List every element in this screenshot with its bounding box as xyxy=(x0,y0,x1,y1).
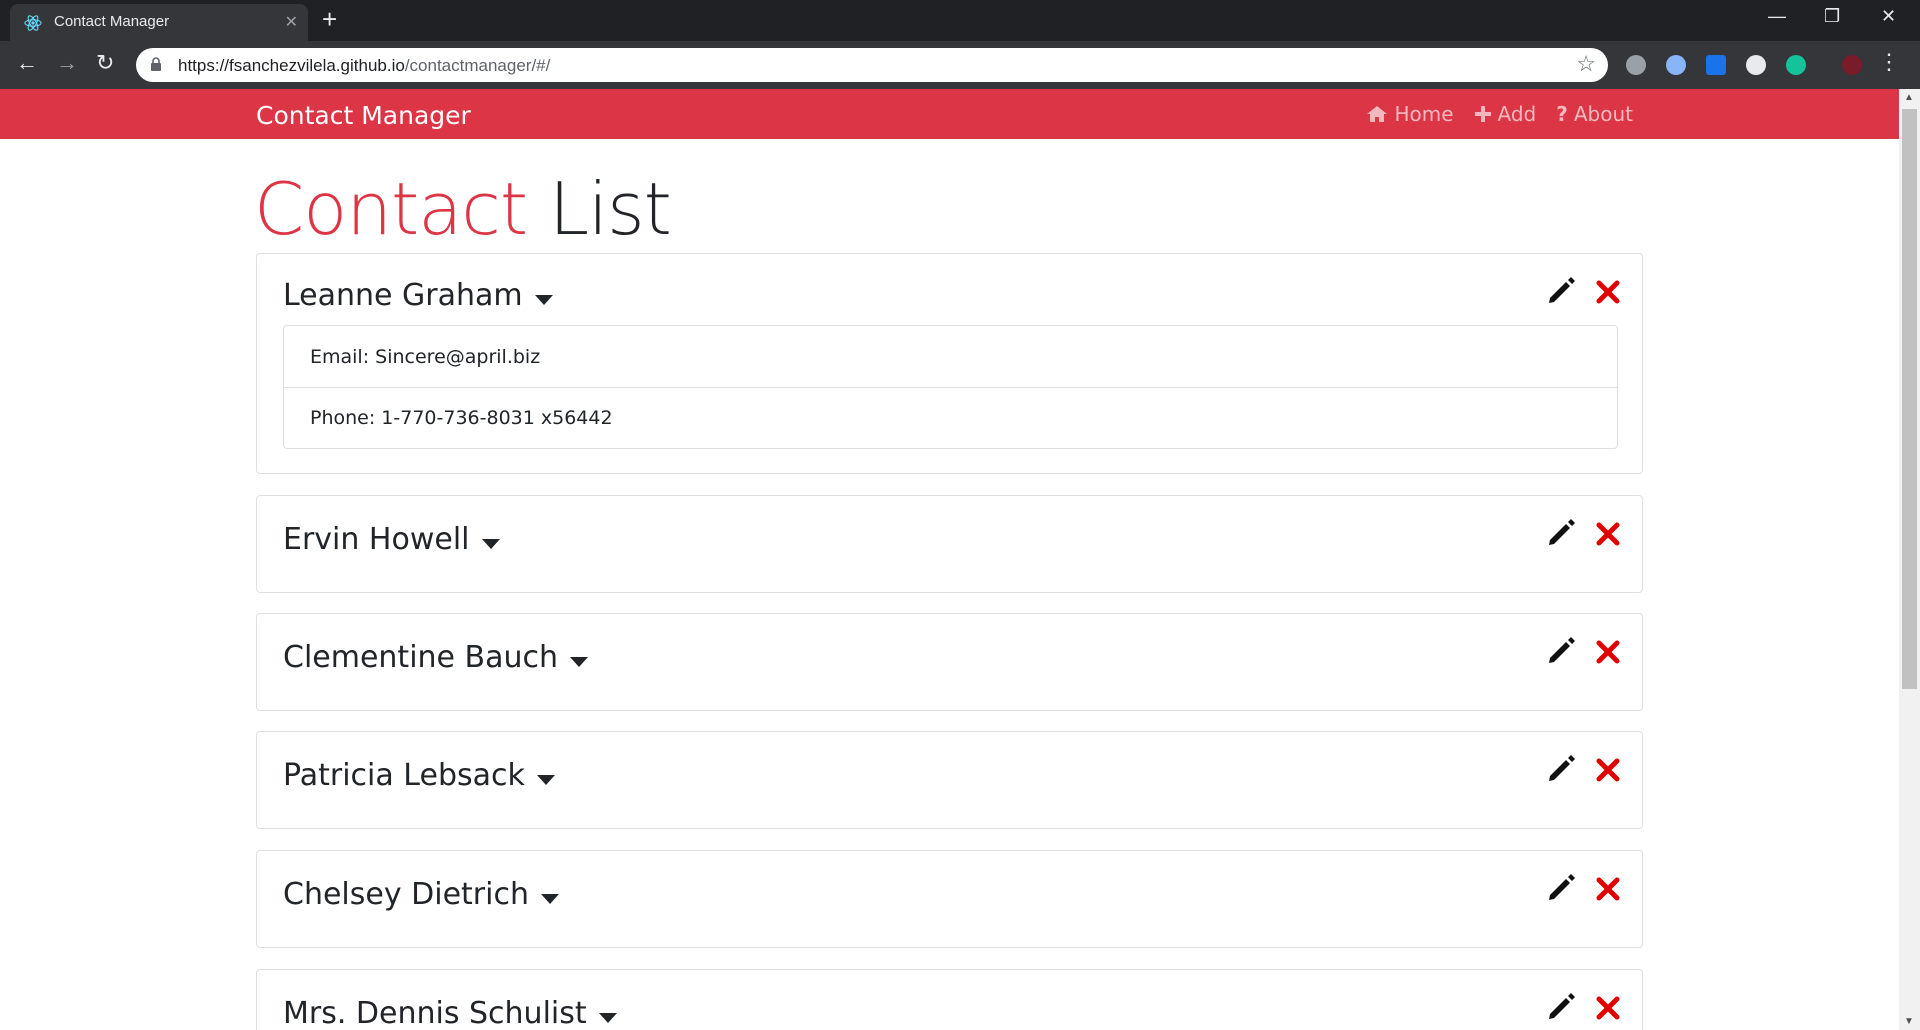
delete-x-icon[interactable] xyxy=(1596,640,1620,664)
nav-home-link[interactable]: Home xyxy=(1366,102,1454,126)
contact-name[interactable]: Patricia Lebsack xyxy=(283,758,555,793)
page-content: Contact Manager Home Add ? About Contact… xyxy=(0,89,1899,1030)
nav-about-label: About xyxy=(1573,102,1633,126)
pencil-icon[interactable] xyxy=(1546,636,1576,666)
contact-card: Chelsey Dietrich xyxy=(256,850,1643,948)
tab-title: Contact Manager xyxy=(54,13,170,30)
delete-x-icon[interactable] xyxy=(1596,996,1620,1020)
extension-icon[interactable] xyxy=(1746,55,1766,75)
profile-avatar[interactable] xyxy=(1842,55,1862,75)
pencil-icon[interactable] xyxy=(1546,754,1576,784)
browser-titlebar: Contact Manager ✕ + — ❐ ✕ xyxy=(0,0,1920,41)
lock-icon xyxy=(151,57,161,71)
caret-down-icon[interactable] xyxy=(570,656,589,667)
app-navbar: Contact Manager Home Add ? About xyxy=(0,89,1899,139)
new-tab-button[interactable]: + xyxy=(322,6,337,32)
contact-name[interactable]: Mrs. Dennis Schulist xyxy=(283,996,617,1030)
caret-down-icon[interactable] xyxy=(540,893,559,904)
nav-about-link[interactable]: ? About xyxy=(1556,102,1633,126)
question-icon: ? xyxy=(1556,102,1568,126)
nav-links: Home Add ? About xyxy=(1366,102,1633,126)
restore-icon[interactable]: ❐ xyxy=(1824,6,1840,27)
url-text: https://fsanchezvilela.github.io/contact… xyxy=(178,56,551,75)
scroll-up-icon[interactable]: ▲ xyxy=(1904,92,1914,103)
reload-icon[interactable]: ↻ xyxy=(96,50,114,76)
contact-details-list: Email: Sincere@april.biz Phone: 1-770-73… xyxy=(283,325,1618,449)
pencil-icon[interactable] xyxy=(1546,992,1576,1022)
tab-close-icon[interactable]: ✕ xyxy=(285,12,298,32)
bookmark-star-icon[interactable]: ☆ xyxy=(1576,51,1596,77)
contact-card: Patricia Lebsack xyxy=(256,731,1643,829)
plus-icon xyxy=(1474,106,1491,122)
page-title: Contact List xyxy=(254,167,672,251)
delete-x-icon[interactable] xyxy=(1596,877,1620,901)
contact-name[interactable]: Ervin Howell xyxy=(283,522,500,557)
forward-icon[interactable]: → xyxy=(56,50,78,76)
contact-card: Clementine Bauch xyxy=(256,613,1643,711)
pencil-icon[interactable] xyxy=(1546,873,1576,903)
navbar-brand[interactable]: Contact Manager xyxy=(256,101,471,130)
browser-toolbar: ← → ↻ https://fsanchezvilela.github.io/c… xyxy=(0,41,1920,89)
contact-card: Mrs. Dennis Schulist xyxy=(256,969,1643,1030)
caret-down-icon[interactable] xyxy=(534,294,553,305)
react-icon xyxy=(24,15,42,31)
scroll-down-icon[interactable]: ▼ xyxy=(1904,1016,1914,1027)
contact-card: Ervin Howell xyxy=(256,495,1643,593)
home-icon xyxy=(1367,106,1388,122)
contact-email: Email: Sincere@april.biz xyxy=(310,345,541,368)
nav-home-label: Home xyxy=(1394,102,1454,126)
contact-name[interactable]: Leanne Graham xyxy=(283,278,553,313)
contact-name[interactable]: Clementine Bauch xyxy=(283,640,589,675)
contact-name[interactable]: Chelsey Dietrich xyxy=(283,877,559,912)
delete-x-icon[interactable] xyxy=(1596,758,1620,782)
page-scrollbar[interactable]: ▲ ▼ xyxy=(1899,89,1920,1030)
pencil-icon[interactable] xyxy=(1546,518,1576,548)
scroll-thumb[interactable] xyxy=(1902,109,1917,689)
nav-add-label: Add xyxy=(1497,102,1537,126)
title-highlight: Contact xyxy=(254,167,528,251)
extension-icon[interactable] xyxy=(1706,55,1726,75)
caret-down-icon[interactable] xyxy=(536,774,555,785)
delete-x-icon[interactable] xyxy=(1596,522,1620,546)
browser-tab[interactable]: Contact Manager ✕ xyxy=(10,4,308,41)
pencil-icon[interactable] xyxy=(1546,276,1576,306)
minimize-icon[interactable]: — xyxy=(1768,6,1786,27)
caret-down-icon[interactable] xyxy=(481,538,500,549)
contact-phone: Phone: 1-770-736-8031 x56442 xyxy=(284,387,1617,448)
contact-card: Leanne Graham Email: Sincere@april.biz P… xyxy=(256,253,1643,474)
extension-puzzle-icon[interactable] xyxy=(1626,55,1646,75)
close-window-icon[interactable]: ✕ xyxy=(1881,6,1896,27)
delete-x-icon[interactable] xyxy=(1596,280,1620,304)
extension-icon[interactable] xyxy=(1666,55,1686,75)
title-rest: List xyxy=(549,167,672,251)
browser-menu-icon[interactable]: ⋮ xyxy=(1878,51,1900,73)
caret-down-icon[interactable] xyxy=(598,1012,617,1023)
address-bar[interactable]: https://fsanchezvilela.github.io/contact… xyxy=(136,48,1608,82)
nav-add-link[interactable]: Add xyxy=(1474,102,1537,126)
grammarly-icon[interactable] xyxy=(1786,55,1806,75)
back-icon[interactable]: ← xyxy=(16,50,38,76)
